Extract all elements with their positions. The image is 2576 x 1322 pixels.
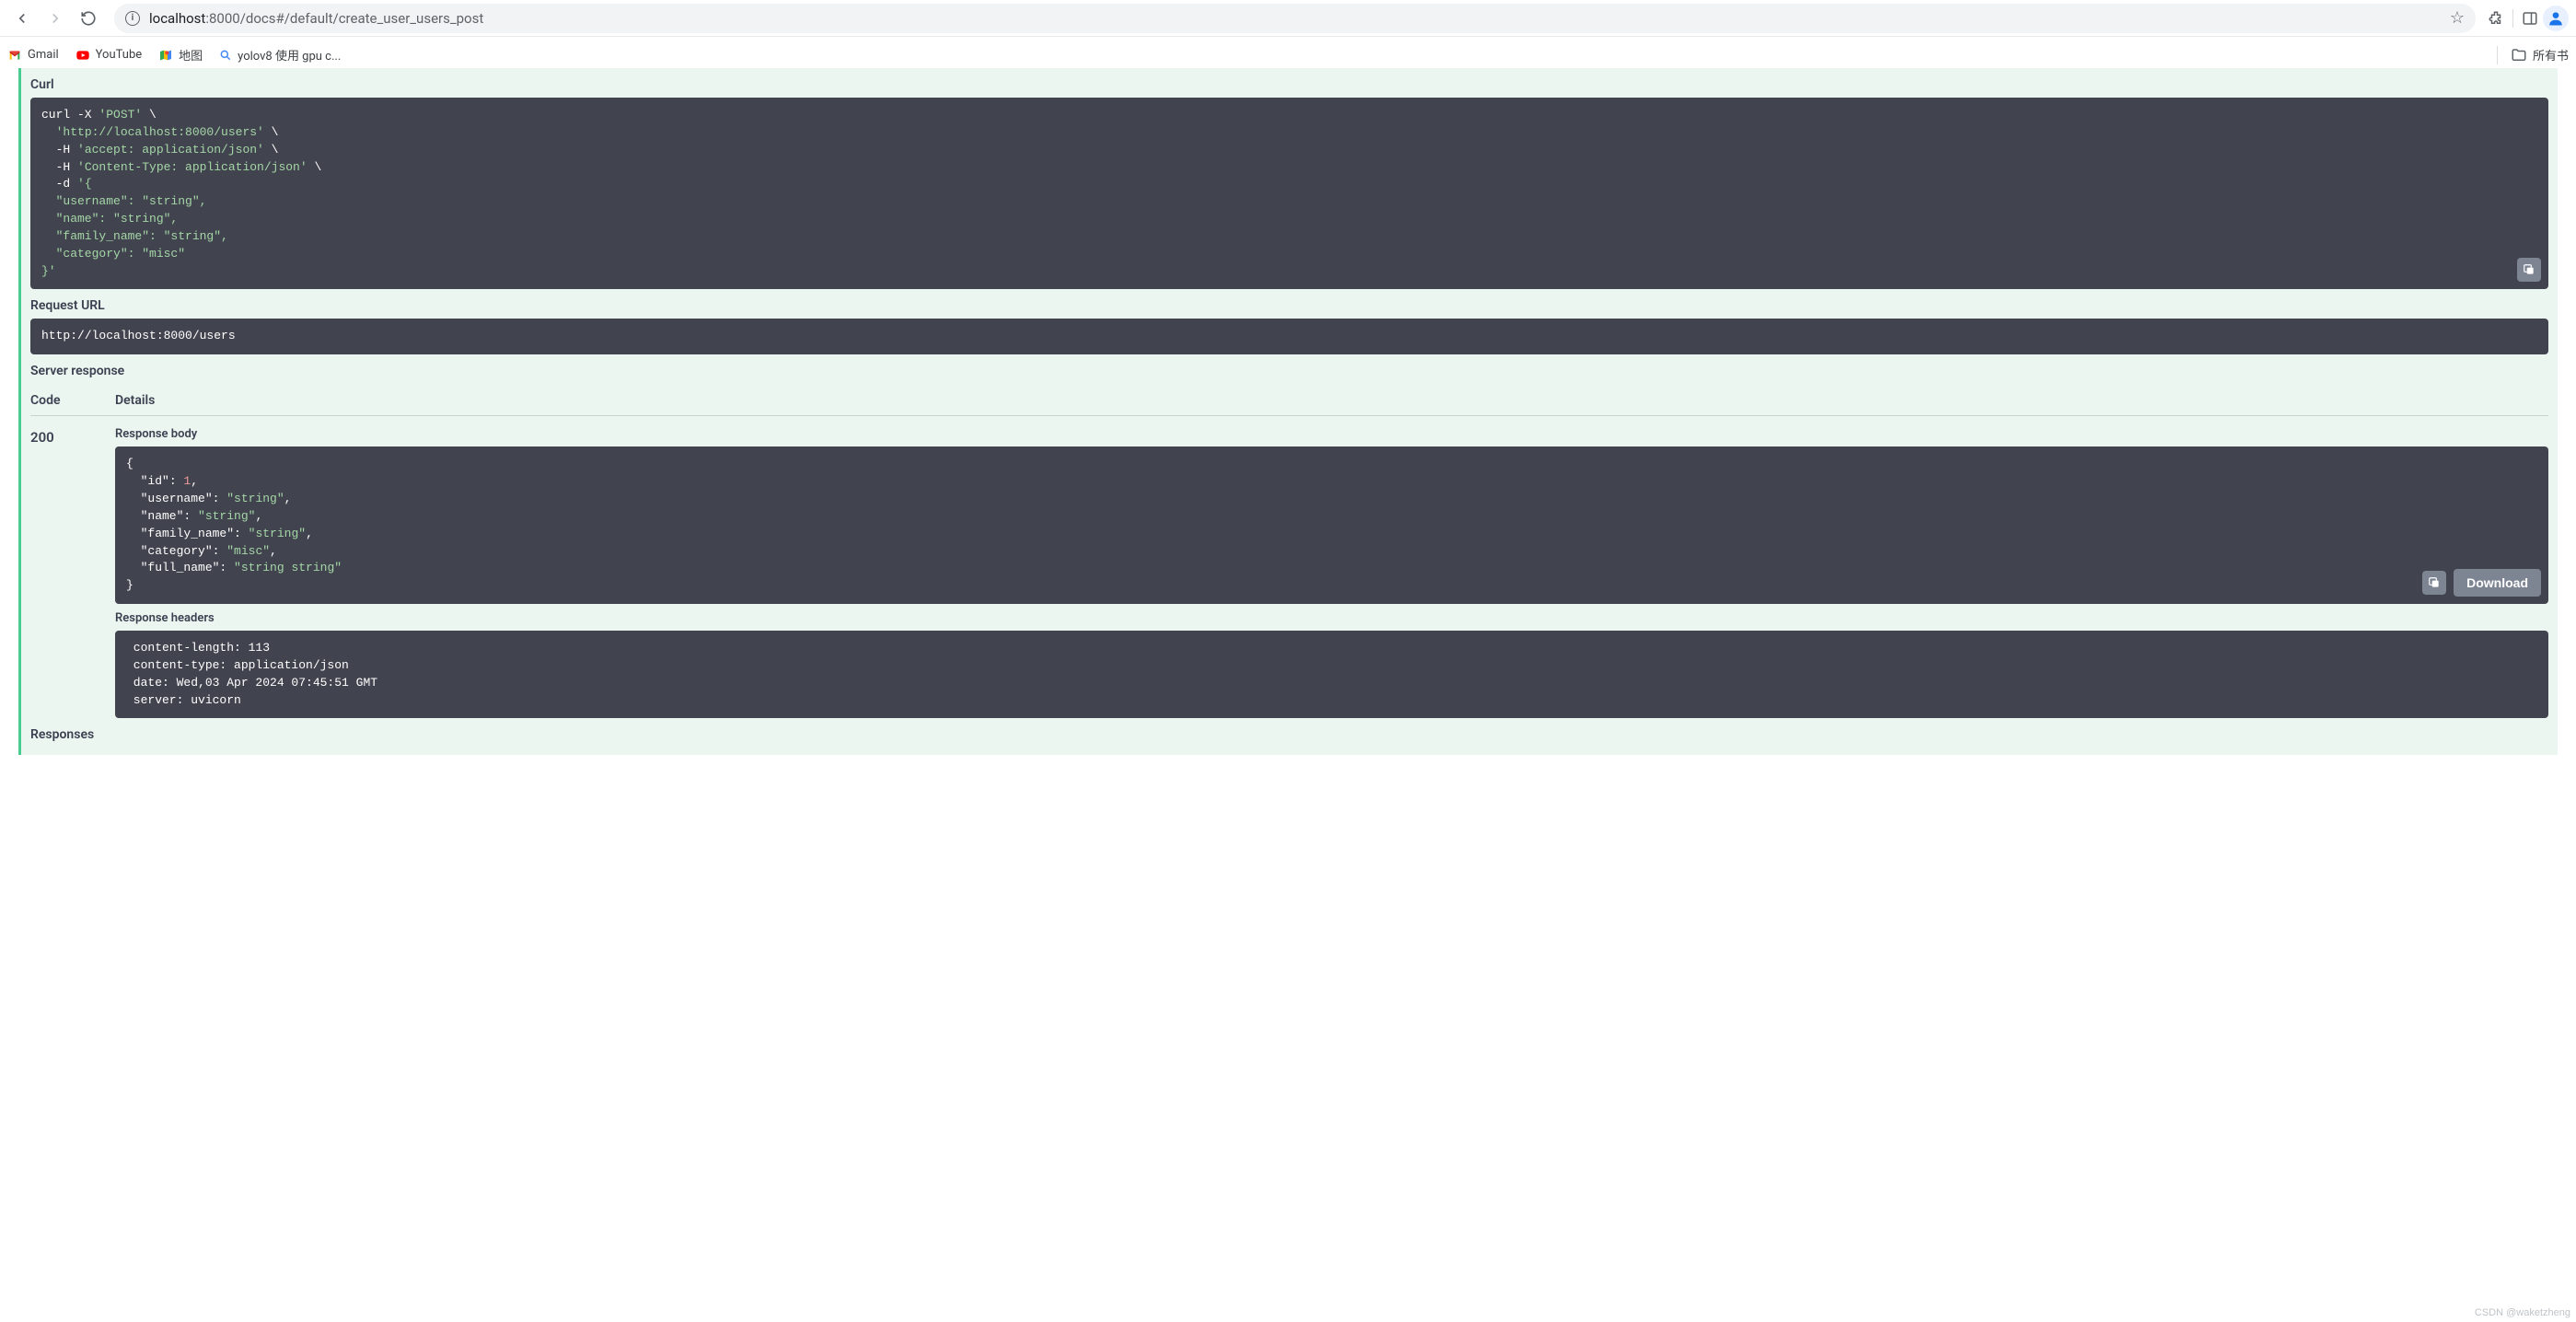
bookmark-label: 所有书 <box>2533 46 2569 64</box>
bookmark-search-yolov8[interactable]: yolov8 使用 gpu c... <box>219 46 341 64</box>
server-response-label: Server response <box>30 354 2548 384</box>
side-panel-icon[interactable] <box>2521 9 2539 28</box>
copy-curl-button[interactable] <box>2517 258 2541 282</box>
responses-section-label: Responses <box>30 718 2548 744</box>
code-column-header: Code <box>30 393 115 408</box>
bookmark-label: YouTube <box>96 48 143 62</box>
gmail-icon <box>7 48 22 63</box>
response-row-200: 200 Response body { "id": 1, "username":… <box>30 427 2548 718</box>
forward-button[interactable] <box>41 4 70 33</box>
address-bar[interactable]: i localhost:8000/docs#/default/create_us… <box>114 4 2476 33</box>
bookmark-gmail[interactable]: Gmail <box>7 48 59 63</box>
watermark: CSDN @waketzheng <box>2475 1307 2570 1318</box>
maps-icon <box>158 48 173 63</box>
request-url-label: Request URL <box>30 289 2548 319</box>
bookmark-star-icon[interactable]: ☆ <box>2450 8 2465 28</box>
bookmarks-separator <box>2497 46 2498 64</box>
folder-icon <box>2511 47 2527 64</box>
youtube-icon <box>75 48 90 63</box>
profile-avatar[interactable] <box>2543 6 2569 31</box>
response-headers-block: content-length: 113 content-type: applic… <box>115 631 2548 718</box>
curl-code-block: curl -X 'POST' \ 'http://localhost:8000/… <box>30 98 2548 289</box>
reload-button[interactable] <box>74 4 103 33</box>
toolbar-separator <box>2512 9 2513 28</box>
bookmark-all-folder[interactable]: 所有书 <box>2511 46 2569 64</box>
bookmark-label: Gmail <box>28 48 59 62</box>
download-button[interactable]: Download <box>2454 569 2541 597</box>
response-headers-label: Response headers <box>115 604 2548 631</box>
bookmark-youtube[interactable]: YouTube <box>75 48 143 63</box>
back-button[interactable] <box>7 4 37 33</box>
copy-response-body-button[interactable] <box>2422 571 2446 595</box>
browser-toolbar: i localhost:8000/docs#/default/create_us… <box>0 0 2576 37</box>
request-url-block: http://localhost:8000/users <box>30 319 2548 354</box>
swagger-operation-panel: Curl curl -X 'POST' \ 'http://localhost:… <box>18 68 2558 755</box>
bookmark-label: 地图 <box>179 46 203 64</box>
response-table-header: Code Details <box>30 384 2548 416</box>
response-body-block: { "id": 1, "username": "string", "name":… <box>115 446 2548 604</box>
extensions-icon[interactable] <box>2487 9 2505 28</box>
response-details: Response body { "id": 1, "username": "st… <box>115 427 2548 718</box>
response-body-label: Response body <box>115 427 2548 446</box>
site-info-icon[interactable]: i <box>125 11 140 26</box>
page-content: Curl curl -X 'POST' \ 'http://localhost:… <box>0 68 2576 755</box>
details-column-header: Details <box>115 393 2548 408</box>
search-icon <box>219 49 232 62</box>
bookmark-label: yolov8 使用 gpu c... <box>238 46 341 64</box>
curl-section-label: Curl <box>30 68 2548 98</box>
response-status-code: 200 <box>30 427 115 446</box>
bookmark-maps[interactable]: 地图 <box>158 46 203 64</box>
url-text: localhost:8000/docs#/default/create_user… <box>149 10 2441 27</box>
